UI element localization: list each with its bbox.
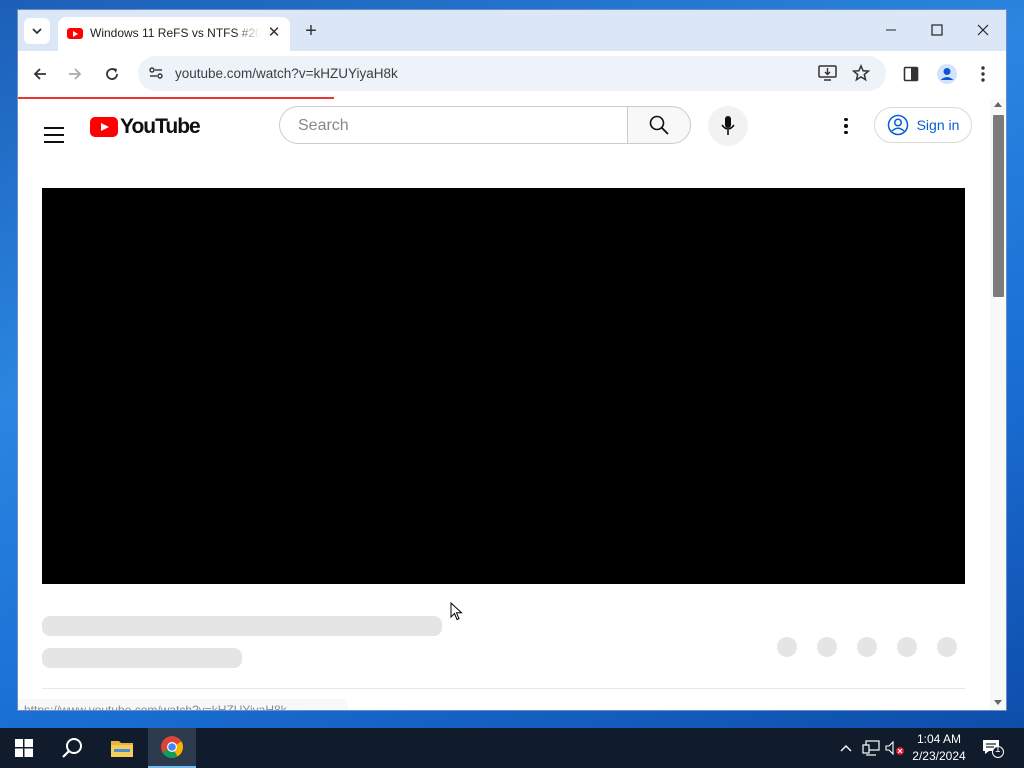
profile-avatar-icon: [937, 64, 957, 84]
title-placeholder: [42, 616, 442, 636]
divider: [42, 688, 965, 689]
search-icon: [649, 115, 669, 135]
clock-time: 1:04 AM: [916, 732, 962, 746]
network-button[interactable]: [860, 728, 882, 768]
more-vertical-icon: [981, 66, 985, 82]
browser-window: Windows 11 ReFS vs NTFS #20... ✕ + youtu…: [18, 10, 1006, 710]
action-placeholder: [817, 637, 837, 657]
sign-in-button[interactable]: Sign in: [874, 107, 972, 143]
youtube-play-icon: [90, 117, 118, 137]
forward-button[interactable]: [60, 59, 90, 89]
reload-icon: [106, 68, 118, 80]
arrow-left-icon: [33, 68, 46, 80]
account-circle-icon: [887, 114, 908, 136]
close-icon: [977, 24, 989, 36]
search-input[interactable]: [296, 116, 600, 136]
side-panel-button[interactable]: [896, 59, 926, 89]
browser-toolbar: youtube.com/watch?v=kHZUYiyaH8k: [18, 51, 1006, 97]
clock-date: 2/23/2024: [912, 749, 966, 763]
hamburger-menu-icon[interactable]: [44, 127, 64, 148]
chevron-down-icon: [32, 28, 42, 35]
scrollbar-thumb[interactable]: [993, 115, 1004, 297]
new-tab-button[interactable]: +: [300, 20, 322, 42]
tab-strip: Windows 11 ReFS vs NTFS #20... ✕ +: [18, 10, 1006, 51]
browser-menu-button[interactable]: [968, 59, 998, 89]
mouse-pointer-icon: [450, 602, 463, 621]
arrow-right-icon: [69, 68, 82, 80]
search-box[interactable]: [279, 106, 627, 144]
profile-button[interactable]: [932, 59, 962, 89]
maximize-button[interactable]: [914, 10, 960, 50]
show-hidden-icons-button[interactable]: [836, 728, 856, 768]
file-explorer-button[interactable]: [98, 728, 146, 768]
windows-logo-icon: [15, 739, 33, 757]
tab-search-button[interactable]: [24, 18, 50, 44]
taskbar: 1:04 AM 2/23/2024 1: [0, 728, 1024, 768]
reload-button[interactable]: [97, 59, 127, 89]
settings-menu-icon[interactable]: [836, 115, 856, 137]
tab-title: Windows 11 ReFS vs NTFS #20...: [90, 26, 260, 40]
search-button[interactable]: [627, 106, 691, 144]
taskbar-search-button[interactable]: [48, 728, 96, 768]
site-info-icon[interactable]: [148, 65, 164, 86]
action-placeholder: [937, 637, 957, 657]
tab-close-icon[interactable]: ✕: [265, 23, 283, 43]
network-icon: [862, 740, 880, 756]
side-panel-icon: [903, 66, 919, 82]
minimize-icon: [886, 29, 896, 31]
install-app-icon[interactable]: [818, 64, 838, 87]
folder-icon: [111, 741, 133, 757]
action-center-button[interactable]: 1: [978, 728, 1008, 768]
minimize-button[interactable]: [868, 10, 914, 50]
back-button[interactable]: [25, 59, 55, 89]
link-status-bubble: https://www.youtube.com/watch?v=kHZUYiya…: [18, 699, 348, 710]
youtube-logo-text: YouTube: [120, 115, 201, 138]
video-player[interactable]: [42, 188, 965, 584]
voice-search-button[interactable]: [708, 106, 748, 146]
chrome-icon: [161, 736, 183, 758]
chevron-up-icon: [840, 745, 852, 752]
scroll-down-arrow-icon[interactable]: [994, 700, 1002, 706]
channel-placeholder: [42, 648, 242, 668]
start-button[interactable]: [0, 728, 48, 768]
notification-count: 1: [995, 744, 1001, 755]
browser-tab-active[interactable]: Windows 11 ReFS vs NTFS #20... ✕: [58, 17, 290, 51]
youtube-favicon-icon: [67, 28, 83, 39]
microphone-icon: [721, 116, 735, 135]
sign-in-label: Sign in: [916, 117, 960, 133]
search-icon: [62, 738, 82, 758]
action-placeholder: [857, 637, 877, 657]
bookmark-star-icon[interactable]: [851, 63, 871, 87]
youtube-logo[interactable]: YouTube: [90, 115, 201, 139]
url-text: youtube.com/watch?v=kHZUYiyaH8k: [175, 66, 398, 81]
youtube-page: YouTube Sign in https://www.youtube.com/…: [18, 99, 990, 710]
chrome-taskbar-button[interactable]: [148, 728, 196, 768]
scroll-up-arrow-icon[interactable]: [994, 101, 1002, 107]
action-placeholder: [777, 637, 797, 657]
close-window-button[interactable]: [960, 10, 1006, 50]
maximize-icon: [931, 24, 943, 36]
address-bar[interactable]: youtube.com/watch?v=kHZUYiyaH8k: [138, 56, 886, 91]
system-clock[interactable]: 1:04 AM 2/23/2024: [900, 731, 978, 765]
action-placeholder: [897, 637, 917, 657]
page-scrollbar[interactable]: [990, 99, 1006, 710]
